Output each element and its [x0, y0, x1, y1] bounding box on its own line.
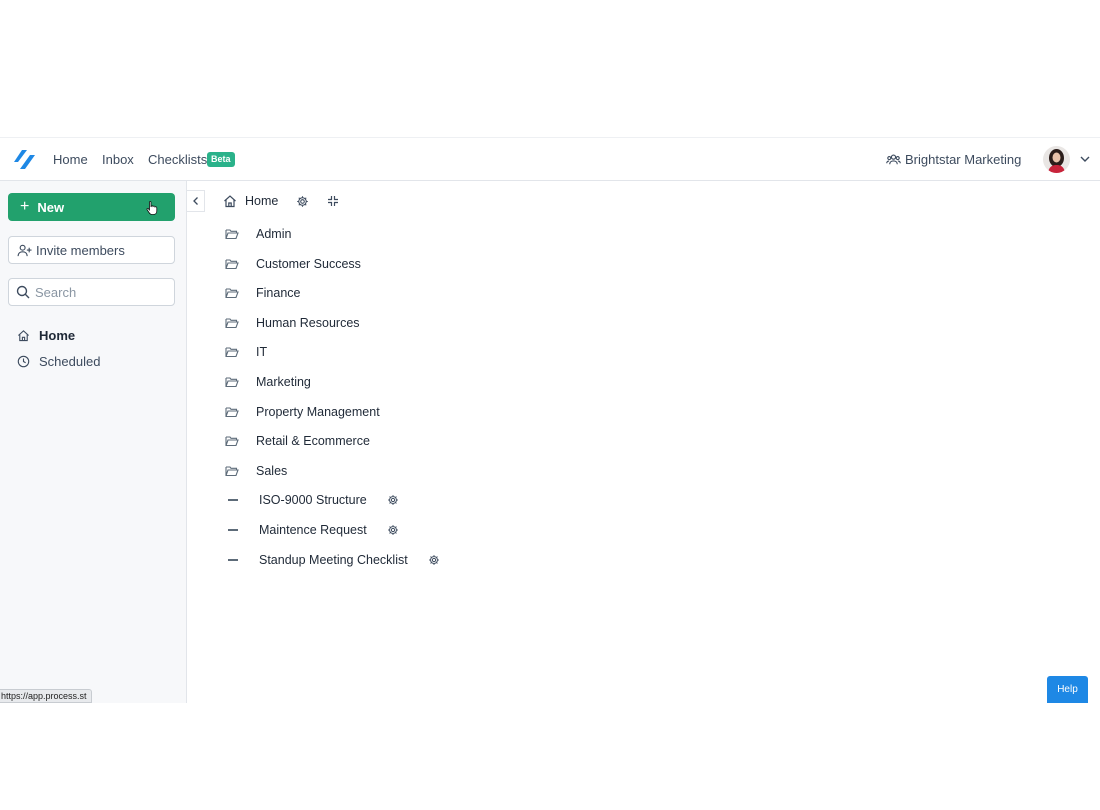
- gear-icon[interactable]: [387, 524, 399, 536]
- nav-checklists-link[interactable]: Checklists: [148, 152, 207, 167]
- help-button[interactable]: Help: [1047, 676, 1088, 703]
- folder-label: Customer Success: [256, 257, 361, 271]
- users-icon: [886, 154, 901, 165]
- folder-item-finance[interactable]: Finance: [225, 284, 300, 302]
- breadcrumb[interactable]: Home: [223, 194, 278, 208]
- folder-open-icon: [225, 377, 239, 388]
- chevron-down-icon[interactable]: [1079, 153, 1091, 165]
- folder-item-sales[interactable]: Sales: [225, 462, 287, 480]
- dash-icon: [228, 499, 238, 501]
- collapse-arrows-icon[interactable]: [327, 195, 339, 207]
- folder-item-human-resources[interactable]: Human Resources: [225, 314, 360, 332]
- folder-item-admin[interactable]: Admin: [225, 225, 291, 243]
- folder-item-marketing[interactable]: Marketing: [225, 373, 311, 391]
- folder-item-it[interactable]: IT: [225, 343, 267, 361]
- avatar-image: [1043, 146, 1070, 173]
- folder-open-icon: [225, 229, 239, 240]
- new-button-label: New: [37, 199, 65, 215]
- process-street-logo-icon[interactable]: [13, 148, 37, 172]
- invite-members-button[interactable]: Invite members: [8, 236, 175, 264]
- breadcrumb-home-label: Home: [245, 194, 279, 208]
- nav-inbox-link[interactable]: Inbox: [102, 152, 134, 167]
- organization-switcher[interactable]: Brightstar Marketing: [886, 152, 1021, 167]
- sidebar-item-home[interactable]: Home: [17, 326, 75, 344]
- sidebar-item-scheduled[interactable]: Scheduled: [17, 352, 100, 370]
- folder-item-customer-success[interactable]: Customer Success: [225, 255, 361, 273]
- top-navigation-bar: Home Inbox Checklists Beta Brightstar Ma…: [0, 137, 1100, 181]
- nav-home-link[interactable]: Home: [53, 152, 88, 167]
- clock-icon: [17, 355, 30, 367]
- folder-open-icon: [225, 259, 239, 270]
- workflow-label: Maintence Request: [259, 523, 367, 537]
- workflow-label: Standup Meeting Checklist: [259, 553, 408, 567]
- hand-pointer-cursor-icon: [146, 201, 158, 215]
- beta-badge: Beta: [207, 152, 235, 167]
- folder-label: IT: [256, 345, 268, 359]
- folder-open-icon: [225, 436, 239, 447]
- app-window: Home Inbox Checklists Beta Brightstar Ma…: [0, 137, 1100, 703]
- gear-icon[interactable]: [387, 494, 399, 506]
- organization-name: Brightstar Marketing: [905, 152, 1022, 167]
- workflow-item-standup-meeting-checklist[interactable]: Standup Meeting Checklist: [225, 551, 440, 569]
- sidebar: + New Invite members Search Home Schedul…: [0, 181, 187, 703]
- folder-item-property-management[interactable]: Property Management: [225, 403, 380, 421]
- folder-label: Property Management: [256, 405, 380, 419]
- dash-icon: [228, 559, 238, 561]
- sidebar-item-label: Scheduled: [39, 353, 101, 369]
- folder-item-retail-ecommerce[interactable]: Retail & Ecommerce: [225, 432, 370, 450]
- gear-icon[interactable]: [296, 195, 309, 208]
- user-plus-icon: [17, 244, 32, 256]
- folder-label: Retail & Ecommerce: [256, 434, 370, 448]
- home-icon: [18, 329, 29, 341]
- folder-open-icon: [225, 318, 239, 329]
- folder-open-icon: [225, 288, 239, 299]
- user-avatar[interactable]: [1043, 146, 1070, 173]
- workflow-item-maintence-request[interactable]: Maintence Request: [225, 521, 399, 539]
- plus-icon: +: [20, 198, 30, 215]
- gear-icon[interactable]: [428, 554, 440, 566]
- dash-icon: [228, 529, 238, 531]
- folder-label: Sales: [256, 464, 288, 478]
- invite-members-label: Invite members: [36, 242, 125, 258]
- folder-label: Marketing: [256, 375, 311, 389]
- home-icon: [224, 195, 236, 208]
- folder-open-icon: [225, 407, 239, 418]
- search-box[interactable]: [8, 278, 175, 306]
- folder-label: Admin: [256, 227, 292, 241]
- workflow-label: ISO-9000 Structure: [259, 493, 367, 507]
- sidebar-item-label: Home: [39, 327, 76, 343]
- folder-open-icon: [225, 466, 239, 477]
- folder-label: Human Resources: [256, 316, 360, 330]
- folder-open-icon: [225, 347, 239, 358]
- chevron-left-icon: [192, 197, 198, 205]
- status-url-tooltip: https://app.process.st: [0, 689, 92, 703]
- search-input[interactable]: [35, 284, 165, 300]
- search-icon: [16, 285, 30, 299]
- collapse-sidebar-button[interactable]: [187, 190, 205, 212]
- folder-label: Finance: [256, 286, 301, 300]
- workflow-item-iso-9000-structure[interactable]: ISO-9000 Structure: [225, 491, 399, 509]
